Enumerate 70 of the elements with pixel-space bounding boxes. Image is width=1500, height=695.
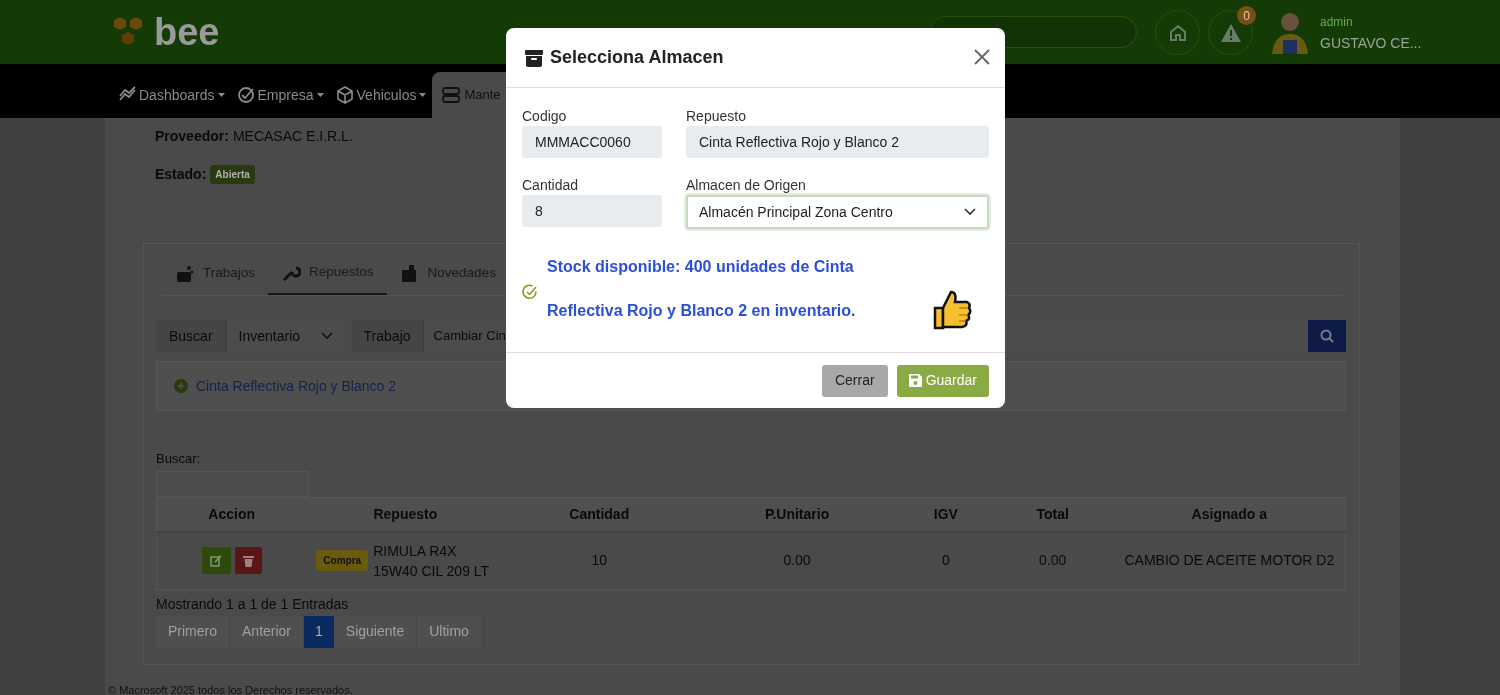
search-icon — [1320, 329, 1334, 343]
category-tag: Compra — [316, 550, 369, 572]
trash-icon — [242, 554, 254, 567]
provider-label: Proveedor: — [155, 127, 229, 146]
save-button[interactable]: Guardar — [896, 364, 989, 397]
delete-button[interactable] — [234, 547, 262, 575]
check-circle-icon — [236, 86, 255, 104]
column-header: Accion — [156, 497, 307, 532]
logo-text: bee — [154, 13, 220, 51]
user-role: admin — [1320, 14, 1353, 31]
edit-icon — [210, 554, 223, 567]
table-cell: 0.00 — [783, 552, 811, 569]
page-button[interactable]: Ultimo — [417, 615, 482, 648]
warehouse-select[interactable]: Almacén Principal Zona Centro — [686, 195, 989, 229]
page-button[interactable]: 1 — [304, 615, 334, 648]
page-button[interactable]: Primero — [156, 615, 230, 648]
page-button[interactable]: Siguiente — [333, 615, 418, 648]
thumbs-up-icon — [931, 288, 973, 330]
column-header: P.Unitario — [694, 497, 900, 532]
warning-icon — [1219, 22, 1242, 43]
pagination-info: Mostrando 1 a 1 de 1 Entradas — [156, 595, 349, 612]
field-label: Almacen de Origen — [686, 176, 807, 195]
field-label: Cantidad — [522, 176, 580, 195]
column-header: IGV — [899, 497, 992, 532]
table-search-label: Buscar: — [156, 450, 202, 468]
close-dialog-button[interactable]: Cerrar — [821, 364, 888, 397]
result-link[interactable]: Cinta Reflectiva Rojo y Blanco 2 — [196, 375, 396, 397]
check-circle-icon — [522, 284, 538, 300]
column-header: Repuesto — [306, 497, 505, 532]
table-cell-text: RIMULA R4X 15W40 CIL 209 LT — [373, 541, 491, 581]
table-cell: 0 — [941, 552, 950, 569]
status-badge: Abierta — [210, 165, 255, 184]
home-icon — [1167, 22, 1188, 43]
plus-circle-icon — [174, 379, 188, 393]
server-icon — [442, 86, 461, 104]
column-header: Cantidad — [504, 497, 695, 532]
avatar-icon — [1270, 10, 1310, 54]
edit-button[interactable] — [201, 547, 231, 575]
readonly-field: MMMACC0060 — [522, 126, 662, 158]
nav-item[interactable]: Dashboards — [112, 72, 231, 118]
nav-item[interactable]: Empresa — [230, 72, 330, 118]
table-cell: 0.00 — [1039, 552, 1067, 569]
caret-icon — [419, 93, 427, 97]
caret-icon — [217, 93, 225, 97]
column-header: Total — [991, 497, 1114, 532]
close-icon — [973, 48, 991, 66]
search-addon: Buscar — [156, 320, 227, 352]
table-cell: 10 — [591, 552, 608, 569]
chevron-down-icon — [320, 332, 333, 340]
field-label: Codigo — [522, 107, 568, 126]
notification-badge: 0 — [1237, 6, 1256, 25]
stock-message: Stock disponible: 400 unidades de Cinta Reflectiva Rojo y Blanco 2 en inventario. — [547, 257, 857, 321]
search-button[interactable] — [1308, 320, 1346, 352]
caret-icon — [316, 93, 324, 97]
user-name: GUSTAVO CE... — [1320, 34, 1422, 53]
chevron-down-icon — [964, 208, 976, 216]
table-cell: CAMBIO DE ACEITE MOTOR D2 — [1124, 552, 1335, 569]
readonly-field: Cinta Reflectiva Rojo y Blanco 2 — [686, 126, 989, 158]
page-button[interactable]: Anterior — [230, 615, 305, 648]
archive-icon — [524, 47, 544, 68]
modal-title: Selecciona Almacen — [550, 46, 724, 69]
readonly-field: 8 — [522, 195, 662, 227]
box-icon — [335, 86, 354, 104]
nav-item[interactable]: Vehiculos — [329, 72, 433, 118]
close-button[interactable] — [973, 48, 991, 66]
status-label: Estado: — [155, 165, 207, 184]
provider-value: MECASAC E.I.R.L. — [232, 127, 353, 146]
work-addon: Trabajo — [351, 320, 424, 352]
field-label: Repuesto — [686, 107, 747, 126]
column-header: Asignado a — [1113, 497, 1346, 532]
